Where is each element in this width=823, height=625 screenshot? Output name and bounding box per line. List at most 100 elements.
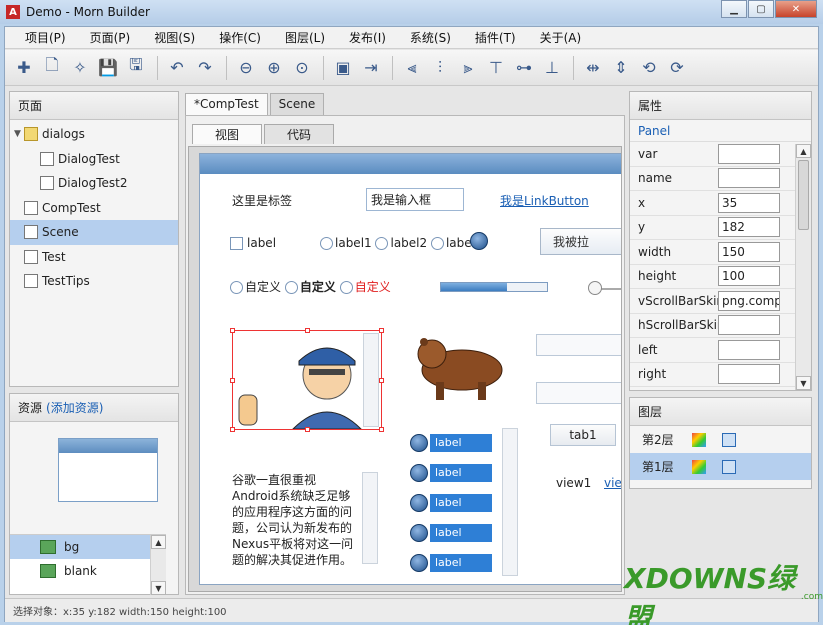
visibility-icon[interactable]	[691, 432, 706, 447]
close-button[interactable]: ✕	[775, 0, 817, 18]
menu-page[interactable]: 页面(P)	[78, 29, 143, 46]
list-item[interactable]: label	[410, 548, 512, 578]
tree-item-dialogs[interactable]: ▼ dialogs	[10, 122, 178, 147]
canvas-custom-radiogroup[interactable]: 自定义 自定义 自定义	[230, 278, 391, 295]
new-file-icon[interactable]: ✧	[67, 55, 93, 81]
align-center-icon[interactable]: ⫶	[427, 55, 453, 81]
preview-icon[interactable]: ▣	[330, 55, 356, 81]
panel-scrollbar[interactable]	[363, 333, 379, 427]
menu-plugin[interactable]: 插件(T)	[463, 29, 528, 46]
trash-icon[interactable]	[721, 459, 736, 474]
resize-handle[interactable]	[305, 427, 310, 432]
tab-scene[interactable]: Scene	[269, 93, 325, 115]
radio-icon[interactable]	[320, 237, 333, 250]
trash-icon[interactable]	[721, 432, 736, 447]
canvas-tab[interactable]: tab1	[550, 424, 616, 446]
menu-view[interactable]: 视图(S)	[142, 29, 207, 46]
resource-item-blank[interactable]: blank	[10, 559, 166, 583]
tab-comptest[interactable]: *CompTest	[185, 93, 268, 115]
layer-item-1[interactable]: 第1层	[630, 453, 811, 480]
canvas-slider-knob[interactable]	[588, 281, 602, 295]
property-value-input[interactable]: png.comp.	[718, 290, 780, 311]
radio-icon[interactable]	[284, 281, 298, 294]
menu-about[interactable]: 关于(A)	[528, 29, 594, 46]
list-item[interactable]: label	[410, 458, 512, 488]
property-value-input[interactable]	[718, 168, 780, 189]
canvas-linkbutton[interactable]: 我是LinkButton	[500, 192, 589, 209]
canvas-textinput[interactable]: 我是输入框	[366, 188, 464, 211]
subtab-code[interactable]: 代码	[264, 124, 334, 144]
expand-triangle-icon[interactable]: ▼	[14, 129, 24, 139]
canvas-checkbox[interactable]: label	[230, 236, 276, 250]
add-resource-link[interactable]: (添加资源)	[46, 399, 103, 416]
round-button-icon[interactable]	[470, 232, 488, 250]
scroll-up-icon[interactable]: ▲	[151, 535, 166, 549]
property-value-input[interactable]: 150	[718, 241, 780, 262]
radio-icon[interactable]	[230, 281, 243, 294]
resize-handle[interactable]	[230, 328, 235, 333]
tree-item-comptest[interactable]: CompTest	[10, 196, 178, 221]
layer-item-2[interactable]: 第2层	[630, 426, 811, 453]
canvas-textarea-small[interactable]	[536, 382, 621, 404]
new-project-icon[interactable]: ✚	[11, 55, 37, 81]
align-middle-icon[interactable]: ⊶	[511, 55, 537, 81]
zoom-reset-icon[interactable]: ⊙	[289, 55, 315, 81]
save-all-icon[interactable]: 🖫	[123, 55, 149, 81]
resource-item-bg[interactable]: bg	[10, 535, 166, 559]
scrollbar-thumb[interactable]	[798, 160, 809, 230]
rotate-right-icon[interactable]: ⟳	[664, 55, 690, 81]
align-right-icon[interactable]: ⫸	[455, 55, 481, 81]
property-value-input[interactable]	[718, 364, 780, 385]
align-bottom-icon[interactable]: ⊥	[539, 55, 565, 81]
canvas-big-button[interactable]: 我被拉	[540, 228, 621, 255]
checkbox-icon[interactable]	[230, 237, 243, 250]
canvas-list[interactable]: label label label label label	[410, 428, 518, 578]
subtab-view[interactable]: 视图	[192, 124, 262, 144]
property-value-input[interactable]: 100	[718, 266, 780, 287]
property-value-input[interactable]	[718, 315, 780, 336]
list-item[interactable]: label	[410, 488, 512, 518]
scroll-up-icon[interactable]: ▲	[796, 144, 811, 158]
resize-handle[interactable]	[230, 378, 235, 383]
list-scrollbar[interactable]	[502, 428, 518, 576]
new-page-icon[interactable]: 🗋	[39, 55, 65, 81]
menu-publish[interactable]: 发布(I)	[337, 29, 398, 46]
list-item[interactable]: label	[410, 428, 512, 458]
resize-handle[interactable]	[379, 378, 384, 383]
menu-operation[interactable]: 操作(C)	[207, 29, 273, 46]
distribute-v-icon[interactable]: ⇕	[608, 55, 634, 81]
radio-icon[interactable]	[375, 237, 389, 250]
maximize-button[interactable]: ▢	[748, 0, 774, 18]
align-top-icon[interactable]: ⊤	[483, 55, 509, 81]
menu-project[interactable]: 项目(P)	[13, 29, 78, 46]
menu-system[interactable]: 系统(S)	[398, 29, 463, 46]
scroll-down-icon[interactable]: ▼	[796, 376, 811, 390]
radio-icon[interactable]	[430, 237, 444, 250]
canvas-label[interactable]: 这里是标签	[232, 192, 292, 209]
property-value-input[interactable]	[718, 339, 780, 360]
resource-scrollbar[interactable]: ▲ ▼	[150, 535, 166, 595]
tree-item-dialogtest[interactable]: DialogTest	[10, 147, 178, 172]
redo-icon[interactable]: ↷	[192, 55, 218, 81]
paragraph-scrollbar[interactable]	[362, 472, 378, 564]
property-value-input[interactable]: 35	[718, 192, 780, 213]
resize-handle[interactable]	[379, 427, 384, 432]
tree-item-testtips[interactable]: TestTips	[10, 269, 178, 294]
canvas-combobox[interactable]	[536, 334, 621, 356]
properties-scrollbar[interactable]: ▲ ▼	[795, 144, 811, 390]
property-value-input[interactable]	[718, 143, 780, 164]
resize-handle[interactable]	[305, 328, 310, 333]
scroll-down-icon[interactable]: ▼	[151, 581, 166, 595]
minimize-button[interactable]: ▁	[721, 0, 747, 18]
canvas-selected-panel[interactable]	[230, 328, 384, 432]
save-icon[interactable]: 💾	[95, 55, 121, 81]
canvas-view-link[interactable]: view	[604, 476, 621, 490]
list-item[interactable]: label	[410, 518, 512, 548]
zoom-in-icon[interactable]: ⊕	[261, 55, 287, 81]
canvas-radiogroup[interactable]: label1 label2 label3	[320, 236, 483, 250]
zoom-out-icon[interactable]: ⊖	[233, 55, 259, 81]
align-left-icon[interactable]: ⫷	[399, 55, 425, 81]
tree-item-test[interactable]: Test	[10, 245, 178, 270]
visibility-icon[interactable]	[691, 459, 706, 474]
rotate-left-icon[interactable]: ⟲	[636, 55, 662, 81]
